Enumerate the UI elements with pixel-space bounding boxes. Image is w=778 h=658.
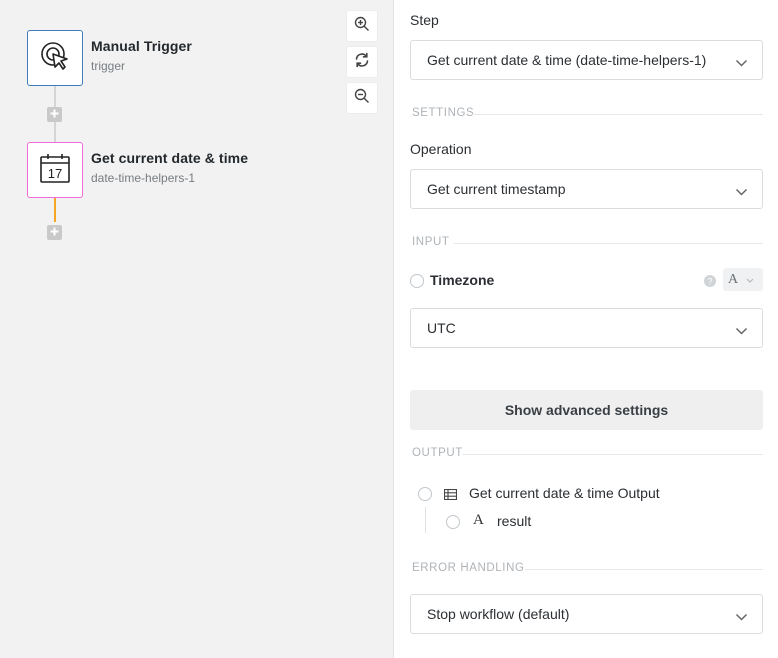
output-root-label[interactable]: Get current date & time Output	[469, 485, 660, 501]
type-badge: A	[728, 271, 739, 287]
output-child-radio[interactable]	[446, 515, 460, 529]
output-section-title: OUTPUT	[412, 447, 463, 459]
calendar-day-text: 17	[48, 166, 62, 181]
connector-line-active	[54, 198, 56, 222]
section-divider	[525, 569, 763, 570]
error-handling-select-value: Stop workflow (default)	[427, 606, 570, 622]
operation-select-value: Get current timestamp	[427, 181, 566, 197]
chevron-down-icon	[735, 184, 748, 200]
section-divider	[472, 114, 763, 115]
tree-line	[425, 507, 426, 533]
timezone-radio[interactable]	[410, 274, 424, 288]
input-section-title: INPUT	[412, 236, 450, 248]
timezone-label: Timezone	[430, 272, 495, 288]
zoom-out-icon	[354, 88, 370, 109]
step-select-value: Get current date & time (date-time-helpe…	[427, 52, 707, 68]
node-subtitle: date-time-helpers-1	[91, 171, 196, 185]
node-title: Manual Trigger	[91, 38, 192, 54]
section-divider	[454, 243, 763, 244]
plus-icon	[49, 106, 60, 124]
error-handling-section-title: ERROR HANDLING	[412, 562, 525, 574]
add-step-button[interactable]	[47, 107, 62, 122]
svg-text:?: ?	[707, 276, 712, 286]
date-time-node[interactable]: 17	[27, 142, 83, 198]
step-config-panel: Step Get current date & time (date-time-…	[394, 0, 778, 658]
step-select[interactable]: Get current date & time (date-time-helpe…	[410, 40, 763, 80]
operation-select[interactable]: Get current timestamp	[410, 169, 763, 209]
section-divider	[462, 454, 763, 455]
output-child-label[interactable]: result	[497, 513, 531, 529]
chevron-down-icon	[735, 55, 748, 71]
step-label: Step	[410, 12, 439, 28]
calendar-icon: 17	[39, 152, 71, 189]
type-toggle[interactable]: A	[723, 268, 763, 291]
chevron-down-icon	[735, 323, 748, 339]
date-time-text[interactable]: Get current date & time date-time-helper…	[91, 150, 248, 185]
operation-label: Operation	[410, 141, 472, 157]
connector-line	[54, 122, 56, 142]
add-step-button[interactable]	[47, 225, 62, 240]
help-icon[interactable]: ?	[704, 274, 716, 292]
manual-trigger-node[interactable]	[27, 30, 83, 86]
workflow-canvas[interactable]: Manual Trigger trigger 17 Get current da…	[0, 0, 394, 658]
show-advanced-settings-button[interactable]: Show advanced settings	[410, 390, 763, 430]
node-subtitle: trigger	[91, 59, 126, 73]
timezone-select[interactable]: UTC	[410, 308, 763, 348]
reset-zoom-button[interactable]	[346, 46, 378, 78]
cursor-click-icon	[38, 39, 72, 78]
plus-icon	[49, 224, 60, 242]
zoom-in-button[interactable]	[346, 10, 378, 42]
settings-section-title: SETTINGS	[412, 107, 475, 119]
type-string-icon: A	[473, 512, 484, 528]
refresh-icon	[354, 52, 370, 73]
zoom-out-button[interactable]	[346, 82, 378, 114]
timezone-select-value: UTC	[427, 320, 456, 336]
connector-line	[54, 86, 56, 107]
manual-trigger-text[interactable]: Manual Trigger trigger	[91, 38, 192, 73]
node-title: Get current date & time	[91, 150, 249, 166]
output-root-radio[interactable]	[418, 487, 432, 501]
chevron-down-icon	[746, 271, 754, 289]
zoom-in-icon	[354, 16, 370, 37]
chevron-down-icon	[735, 609, 748, 625]
error-handling-select[interactable]: Stop workflow (default)	[410, 594, 763, 634]
table-icon	[443, 487, 458, 505]
